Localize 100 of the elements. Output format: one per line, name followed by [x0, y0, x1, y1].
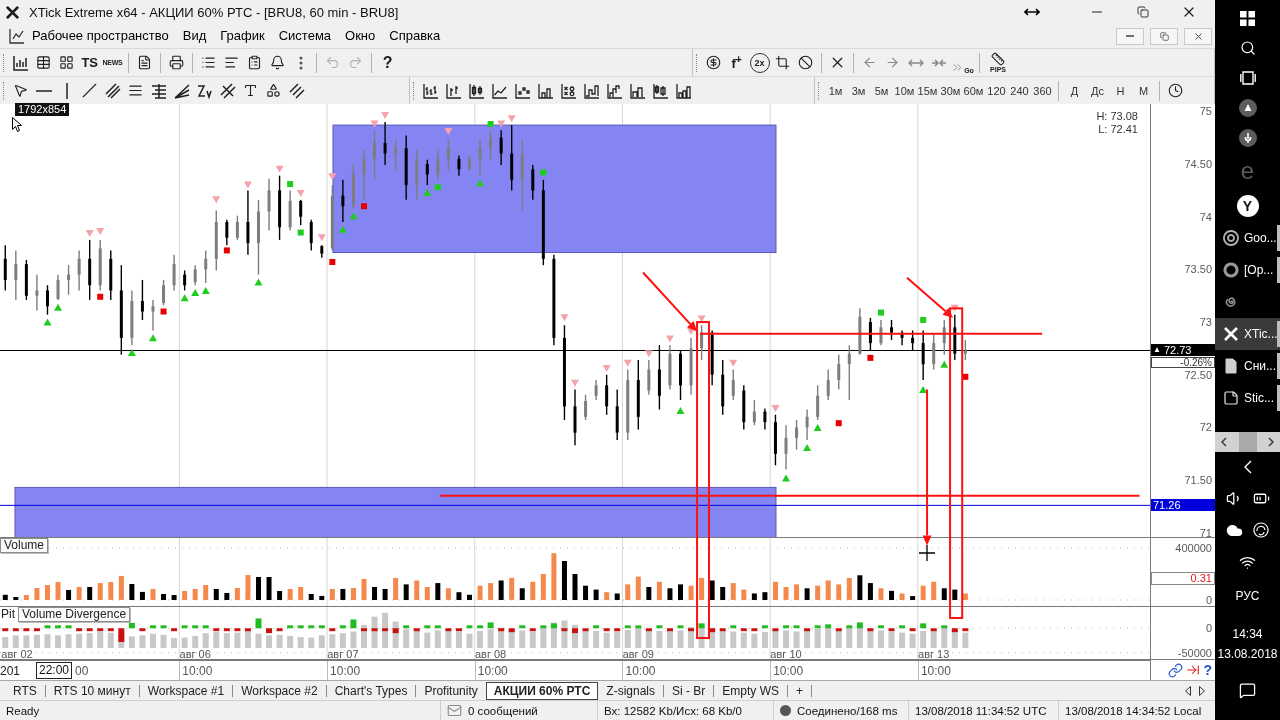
volume-bar — [646, 587, 652, 600]
up-triangle-icon — [782, 474, 790, 482]
tray-expand-button[interactable] — [1243, 460, 1252, 474]
divergence-bar — [835, 628, 842, 632]
search-button[interactable] — [1239, 40, 1256, 56]
scroll-thumb[interactable] — [1238, 432, 1257, 452]
workspace-tab[interactable]: Profitunity — [416, 681, 486, 700]
indent-icon — [224, 55, 239, 70]
date-label: авг 09 — [621, 649, 655, 660]
formula-button[interactable]: f$^{+}$ — [725, 51, 748, 74]
timeframe-button[interactable]: 240 — [1008, 79, 1031, 102]
notification-icon[interactable] — [1239, 681, 1256, 699]
clipboard-icon — [247, 55, 262, 70]
help-mark[interactable]: ? — [1203, 663, 1212, 677]
taskbar-app[interactable]: Сни... — [1215, 350, 1280, 382]
timeframe-button[interactable]: 15м — [916, 79, 939, 102]
period-button[interactable]: Д — [1063, 79, 1086, 102]
microphone-button[interactable] — [1238, 129, 1257, 147]
divergence-bar — [329, 628, 336, 632]
timeframe-button[interactable]: 120 — [985, 79, 1008, 102]
down-triangle-icon — [328, 173, 337, 181]
taskbar-app[interactable]: XTic... — [1215, 318, 1280, 350]
assistant-button[interactable] — [1238, 99, 1257, 117]
timeframe-button[interactable]: 1м — [824, 79, 847, 102]
start-button[interactable] — [1240, 10, 1255, 26]
volume-bar — [319, 595, 325, 600]
divergence-bar — [266, 628, 273, 634]
ts-button[interactable]: TS — [78, 51, 101, 74]
menu-item[interactable]: Окно — [338, 26, 383, 46]
divergence-bar — [213, 628, 220, 632]
menu-item[interactable]: Рабочее пространство — [25, 26, 176, 46]
workspace-tab[interactable]: RTS — [5, 681, 45, 700]
workspace-tab[interactable]: Workspace #1 — [139, 681, 233, 700]
workspace-tab[interactable]: + — [788, 681, 812, 700]
direction-mark: ▲ — [1153, 344, 1161, 357]
tabs-left-button[interactable] — [1183, 684, 1193, 697]
workspace-tab[interactable]: Empty WS — [714, 681, 788, 700]
taskbar-app[interactable]: Goo... — [1215, 222, 1280, 254]
circle-swirl-icon[interactable] — [1253, 522, 1269, 538]
volume-bar — [171, 595, 177, 600]
scroll-right-button[interactable] — [1268, 437, 1274, 447]
window-menu-button[interactable] — [9, 28, 25, 44]
clock-time[interactable]: 14:34 — [1232, 624, 1263, 644]
menu-item[interactable]: Справка — [382, 26, 448, 46]
workspace-tab[interactable]: Chart's Types — [326, 681, 416, 700]
ohlc-bar — [816, 384, 820, 421]
period-button[interactable]: М — [1132, 79, 1155, 102]
divergence-bar — [666, 628, 673, 632]
chevron-left-icon — [1221, 437, 1227, 447]
taskbar-app[interactable]: Stic... — [1215, 382, 1280, 414]
menu-item[interactable]: График — [213, 26, 272, 46]
divergence-bar — [350, 619, 357, 629]
ohlc-bar — [921, 329, 925, 381]
scroll-left-button[interactable] — [1221, 437, 1227, 447]
browser-button[interactable]: Y — [1236, 194, 1259, 217]
task-view-button[interactable] — [1239, 70, 1256, 86]
volume-bar — [266, 577, 272, 600]
mail-icon — [447, 703, 462, 718]
timeframe-button[interactable]: 3м — [847, 79, 870, 102]
down-triangle-icon — [317, 234, 326, 242]
period-button[interactable]: Н — [1109, 79, 1132, 102]
divergence-bar — [498, 628, 505, 632]
timeframe-button[interactable]: 10м — [893, 79, 916, 102]
ohlc-bar — [351, 164, 355, 209]
divergence-bar — [877, 625, 884, 629]
pane-title-prefix: Pit — [1, 608, 15, 621]
ohlc-bar — [584, 394, 588, 421]
taskbar-app[interactable]: [Op... — [1215, 254, 1280, 286]
language-indicator[interactable]: РУС — [1235, 588, 1260, 603]
workspace-tab[interactable]: АКЦИИ 60% РТС — [485, 681, 599, 700]
ohlc-bar — [879, 319, 883, 346]
help-button[interactable]: ? — [376, 51, 399, 74]
workspace-tab[interactable]: RTS 10 минут — [45, 681, 139, 700]
scroll-to-end-icon[interactable] — [1186, 663, 1201, 677]
minimize-button[interactable] — [1116, 27, 1144, 45]
volume-bar — [435, 583, 441, 600]
timeframe-button[interactable]: 5м — [870, 79, 893, 102]
divergence-bar — [550, 623, 557, 629]
timeframe-button[interactable]: 30м — [939, 79, 962, 102]
divergence-bar — [466, 625, 473, 629]
workspace-tab[interactable]: Workspace #2 — [233, 681, 326, 700]
menu-item[interactable]: Система — [271, 26, 339, 46]
volume-bar — [488, 583, 494, 600]
timeframe-button[interactable]: 60м — [962, 79, 985, 102]
period-button[interactable]: Дс — [1086, 79, 1109, 102]
menu-item[interactable]: Вид — [175, 26, 214, 46]
restore-button[interactable] — [1150, 27, 1178, 45]
square-marker-icon — [835, 420, 842, 427]
ohlc-bar — [172, 253, 176, 292]
ohlc-bar — [162, 279, 166, 306]
wifi-icon[interactable] — [1239, 554, 1256, 571]
divergence-bar — [244, 628, 251, 632]
workspace-tab[interactable]: Si - Br — [664, 681, 714, 700]
link-icon[interactable] — [1168, 662, 1184, 678]
timeframe-button[interactable]: 360 — [1031, 79, 1054, 102]
tabs-right-button[interactable] — [1197, 684, 1207, 697]
divergence-bar — [477, 625, 484, 629]
workspace-tab[interactable]: Z-signals — [598, 681, 663, 700]
clock-date[interactable]: 13.08.2018 — [1217, 644, 1278, 664]
up-triangle-icon — [940, 360, 949, 368]
